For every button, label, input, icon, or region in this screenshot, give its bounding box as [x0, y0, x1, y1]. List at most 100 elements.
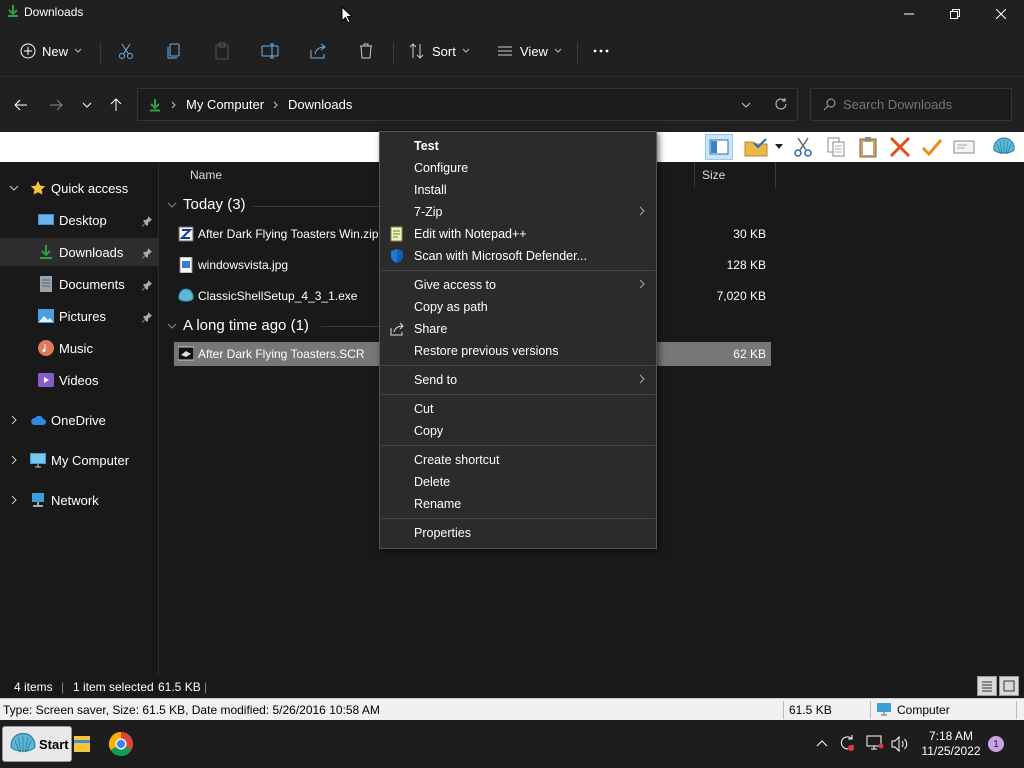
details-view-button[interactable] — [977, 676, 997, 696]
classic-email-button[interactable] — [952, 135, 976, 159]
view-button[interactable]: View — [496, 38, 562, 64]
nav-label: OneDrive — [51, 413, 106, 428]
nav-downloads[interactable]: Downloads — [0, 238, 158, 266]
group-header-today[interactable]: Today (3) — [167, 196, 246, 213]
classic-cut-button[interactable] — [791, 135, 815, 159]
menu-item-properties[interactable]: Properties — [380, 522, 656, 544]
nav-pictures[interactable]: Pictures — [0, 302, 158, 330]
chevron-down-icon[interactable] — [9, 183, 19, 193]
new-button[interactable]: New — [20, 38, 82, 64]
column-header-name[interactable]: Name — [190, 168, 222, 182]
defender-shield-icon — [391, 249, 403, 263]
breadcrumb-downloads[interactable]: Downloads — [288, 97, 352, 112]
folder-check-icon — [744, 138, 768, 157]
menu-item-install[interactable]: Install — [380, 179, 656, 201]
menu-item-delete[interactable]: Delete — [380, 471, 656, 493]
nav-desktop[interactable]: Desktop — [0, 206, 158, 234]
nav-quick-access[interactable]: Quick access — [0, 174, 158, 202]
chevron-down-icon[interactable] — [741, 100, 751, 110]
menu-item-configure[interactable]: Configure — [380, 157, 656, 179]
nav-my-computer[interactable]: My Computer — [0, 446, 158, 474]
menu-item-rename[interactable]: Rename — [380, 493, 656, 515]
search-box[interactable] — [810, 88, 1012, 121]
nav-onedrive[interactable]: OneDrive — [0, 406, 158, 434]
classic-paste-button[interactable] — [856, 135, 880, 159]
menu-label: Properties — [414, 526, 471, 540]
nav-documents[interactable]: Documents — [0, 270, 158, 298]
clock[interactable]: 7:18 AM 11/25/2022 — [916, 729, 986, 759]
videos-icon — [38, 373, 54, 387]
classic-delete-button[interactable] — [888, 135, 912, 159]
menu-item-send-to[interactable]: Send to — [380, 369, 656, 391]
chevron-right-icon[interactable] — [9, 495, 19, 505]
select-all-button[interactable] — [742, 135, 770, 159]
menu-item-cut[interactable]: Cut — [380, 398, 656, 420]
chevron-down-icon — [74, 48, 82, 53]
nav-videos[interactable]: Videos — [0, 366, 158, 394]
refresh-icon[interactable] — [774, 97, 788, 111]
large-icons-view-button[interactable] — [999, 676, 1019, 696]
paste-button[interactable] — [213, 38, 231, 64]
menu-item-copy[interactable]: Copy — [380, 420, 656, 442]
pin-icon[interactable] — [141, 215, 153, 227]
classic-properties-button[interactable] — [920, 135, 944, 159]
pin-icon[interactable] — [141, 311, 153, 323]
nav-label: Pictures — [59, 309, 106, 324]
chevron-right-icon[interactable] — [9, 455, 19, 465]
start-button[interactable]: Start — [2, 726, 72, 762]
menu-item-restore-versions[interactable]: Restore previous versions — [380, 340, 656, 362]
nav-network[interactable]: Network — [0, 486, 158, 514]
more-options-button[interactable] — [592, 38, 610, 64]
recent-locations-button[interactable] — [77, 95, 97, 115]
menu-item-7zip[interactable]: 7-Zip — [380, 201, 656, 223]
network-status-icon[interactable] — [866, 735, 884, 751]
restore-button[interactable] — [932, 0, 978, 28]
taskbar: Start 7:18 AM 11/25/2022 1 — [0, 720, 1024, 768]
nav-label: Downloads — [59, 245, 124, 260]
up-button[interactable] — [106, 95, 126, 115]
volume-icon[interactable] — [891, 736, 909, 752]
minimize-button[interactable] — [886, 0, 932, 28]
menu-item-test[interactable]: Test — [380, 135, 656, 157]
menu-item-edit-notepadpp[interactable]: Edit with Notepad++ — [380, 223, 656, 245]
pin-icon[interactable] — [141, 279, 153, 291]
pin-icon[interactable] — [141, 247, 153, 259]
menu-item-share[interactable]: Share — [380, 318, 656, 340]
breadcrumb-my-computer[interactable]: My Computer — [186, 97, 264, 112]
chevron-right-icon[interactable] — [9, 415, 19, 425]
desktop-icon — [38, 214, 54, 225]
menu-label: Copy as path — [414, 300, 488, 314]
classic-shell-settings-button[interactable] — [992, 135, 1016, 159]
back-button[interactable] — [11, 95, 31, 115]
notification-badge[interactable]: 1 — [988, 736, 1004, 752]
search-input[interactable] — [843, 97, 1003, 112]
dropdown-arrow-button[interactable] — [772, 135, 786, 159]
column-header-size[interactable]: Size — [702, 168, 725, 182]
address-bar[interactable]: My Computer Downloads — [137, 88, 798, 121]
chevron-down-icon — [167, 323, 177, 329]
delete-button[interactable] — [357, 38, 375, 64]
sort-button[interactable]: Sort — [408, 38, 470, 64]
menu-item-copy-as-path[interactable]: Copy as path — [380, 296, 656, 318]
copy-button[interactable] — [165, 38, 183, 64]
file-explorer-icon[interactable] — [74, 730, 90, 758]
chevron-up-icon[interactable] — [816, 738, 828, 748]
close-button[interactable] — [978, 0, 1024, 28]
navigation-pane-button[interactable] — [705, 134, 733, 160]
classic-copy-button[interactable] — [824, 135, 848, 159]
share-button[interactable] — [309, 38, 327, 64]
sync-error-icon[interactable] — [838, 734, 856, 752]
menu-item-give-access[interactable]: Give access to — [380, 274, 656, 296]
cut-button[interactable] — [117, 38, 135, 64]
title-bar: Downloads — [0, 0, 1024, 28]
menu-item-create-shortcut[interactable]: Create shortcut — [380, 449, 656, 471]
forward-button[interactable] — [46, 95, 66, 115]
chrome-icon[interactable] — [107, 730, 135, 758]
nav-music[interactable]: Music — [0, 334, 158, 362]
rename-button[interactable] — [261, 38, 279, 64]
group-header-long-time-ago[interactable]: A long time ago (1) — [167, 317, 309, 334]
chevron-right-icon — [273, 101, 278, 108]
context-menu: Test Configure Install 7-Zip Edit with N… — [379, 131, 657, 549]
pictures-icon — [38, 309, 54, 323]
menu-item-scan-defender[interactable]: Scan with Microsoft Defender... — [380, 245, 656, 267]
